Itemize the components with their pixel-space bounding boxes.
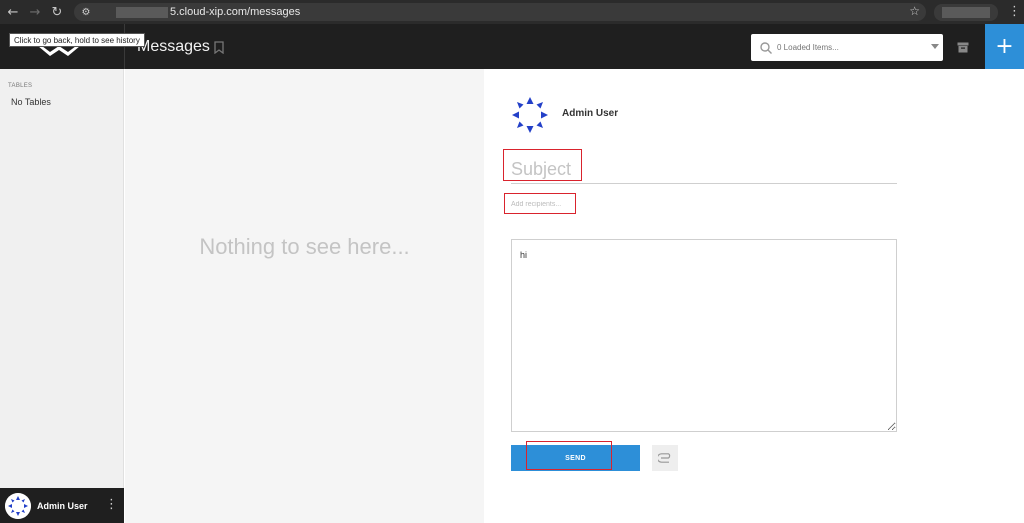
subject-input[interactable] bbox=[511, 155, 897, 184]
forward-icon[interactable]: → bbox=[26, 3, 44, 21]
compose-pane: Admin User SEND bbox=[484, 69, 1024, 523]
search-input[interactable] bbox=[777, 43, 927, 52]
search-box[interactable] bbox=[751, 34, 943, 61]
message-list-pane: Nothing to see here... bbox=[125, 69, 484, 523]
recipients-input[interactable] bbox=[511, 196, 611, 212]
browser-toolbar: ← → ↻ ⚙ 5.cloud-xip.com/messages ☆ ⋮ bbox=[0, 0, 1024, 24]
page-title: Messages bbox=[137, 38, 210, 55]
chevron-down-icon[interactable] bbox=[931, 44, 939, 49]
back-icon[interactable]: ← bbox=[4, 3, 22, 21]
send-button[interactable]: SEND bbox=[511, 445, 640, 471]
attach-button[interactable] bbox=[652, 445, 678, 471]
user-footer-name: Admin User bbox=[37, 500, 88, 511]
address-bar[interactable]: ⚙ 5.cloud-xip.com/messages ☆ bbox=[74, 3, 926, 21]
archive-icon[interactable] bbox=[957, 42, 969, 53]
empty-state-message: Nothing to see here... bbox=[199, 234, 410, 259]
sidebar: TABLES No Tables Admin User ⋮ bbox=[0, 69, 124, 523]
sender-avatar bbox=[509, 94, 551, 136]
search-icon bbox=[760, 41, 772, 54]
url-text[interactable]: 5.cloud-xip.com/messages bbox=[170, 6, 300, 18]
sidebar-section-heading: TABLES bbox=[8, 83, 33, 89]
profile-button[interactable] bbox=[934, 4, 998, 21]
browser-menu-icon[interactable]: ⋮ bbox=[1008, 4, 1021, 19]
sender-name: Admin User bbox=[562, 108, 619, 119]
paperclip-icon bbox=[658, 453, 671, 463]
bookmark-star-icon[interactable]: ☆ bbox=[909, 4, 920, 18]
site-settings-icon[interactable]: ⚙ bbox=[78, 4, 94, 20]
user-footer[interactable]: Admin User ⋮ bbox=[0, 488, 124, 523]
bookmark-icon[interactable] bbox=[214, 41, 224, 54]
back-button-tooltip: Click to go back, hold to see history bbox=[9, 33, 145, 47]
url-redacted-segment bbox=[116, 6, 168, 18]
kebab-menu-icon[interactable]: ⋮ bbox=[105, 498, 118, 511]
add-button[interactable]: + bbox=[985, 24, 1024, 69]
message-body-textarea[interactable] bbox=[511, 239, 897, 432]
reload-icon[interactable]: ↻ bbox=[48, 3, 66, 21]
avatar[interactable] bbox=[5, 492, 31, 519]
sidebar-empty-text: No Tables bbox=[11, 97, 51, 107]
app-header: Messages + bbox=[0, 24, 1024, 69]
